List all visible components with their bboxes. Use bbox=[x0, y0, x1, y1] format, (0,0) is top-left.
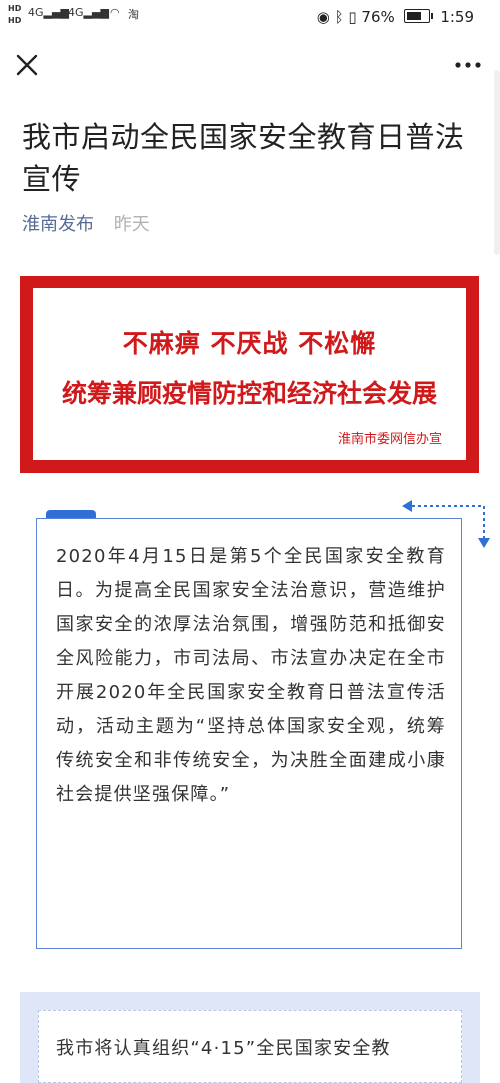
banner-slogan: 不麻痹 不厌战 不松懈 bbox=[122, 329, 377, 358]
network-indicator: HD HD bbox=[8, 4, 22, 25]
bluetooth-icon: ᛒ bbox=[334, 8, 344, 26]
battery-percent: 76% bbox=[361, 8, 395, 26]
clock: 1:59 bbox=[440, 8, 474, 26]
more-icon[interactable] bbox=[454, 52, 482, 78]
battery-icon bbox=[403, 9, 433, 23]
wifi-icon: ◠ bbox=[110, 6, 120, 19]
nav-bar bbox=[0, 40, 500, 94]
body-paragraph-2: 我市将认真组织“4·15”全民国家安全教 bbox=[56, 1038, 391, 1059]
body-paragraph: 2020年4月15日是第5个全民国家安全教育日。为提高全民国家安全法治意识，营造… bbox=[56, 546, 446, 805]
frame-accent bbox=[46, 510, 96, 518]
banner-inner: 不麻痹 不厌战 不松懈 统筹兼顾疫情防控和经济社会发展 淮南市委网信办宣 bbox=[33, 288, 466, 460]
article-meta: 淮南发布 昨天 bbox=[22, 210, 150, 236]
article-title: 我市启动全民国家安全教育日普法宣传 bbox=[22, 120, 465, 196]
vibrate-icon: ▯ bbox=[348, 8, 357, 26]
signal-icon: 4G▂▄▆ bbox=[28, 6, 69, 19]
publish-date: 昨天 bbox=[113, 214, 150, 235]
banner-credit: 淮南市委网信办宣 bbox=[337, 432, 442, 447]
close-icon[interactable] bbox=[12, 50, 42, 80]
status-right: ◉ ᛒ ▯ 76% 1:59 bbox=[317, 8, 474, 26]
banner-image: 不麻痹 不厌战 不松懈 统筹兼顾疫情防控和经济社会发展 淮南市委网信办宣 bbox=[20, 276, 479, 473]
status-bar: HD HD 4G▂▄▆ 4G▂▄▆ ◠ 淘 ◉ ᛒ ▯ 76% 1:59 bbox=[0, 0, 500, 34]
scrollbar[interactable] bbox=[494, 70, 500, 255]
signal-icon: 4G▂▄▆ bbox=[68, 6, 109, 19]
eye-icon: ◉ bbox=[316, 8, 330, 26]
app-notification-icon: 淘 bbox=[128, 8, 139, 21]
banner-headline: 统筹兼顾疫情防控和经济社会发展 bbox=[61, 379, 437, 408]
source-link[interactable]: 淮南发布 bbox=[22, 214, 94, 235]
